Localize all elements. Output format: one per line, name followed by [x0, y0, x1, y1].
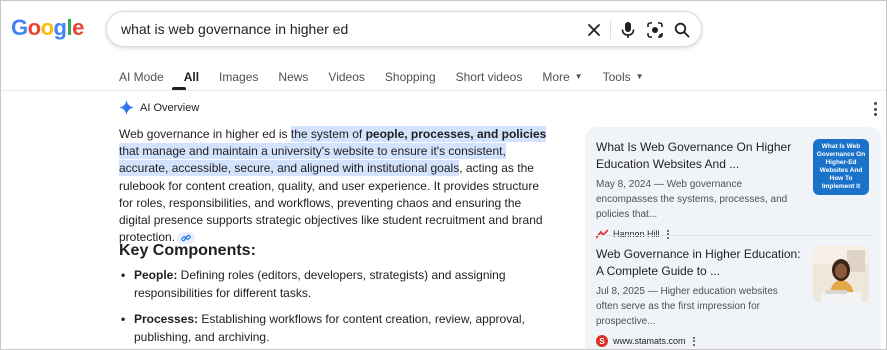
tab-more[interactable]: More ▼: [542, 67, 582, 87]
highlight-bold-text: people, processes, and policies: [365, 127, 547, 141]
source-thumbnail[interactable]: What Is Web Governance On Higher-Ed Webs…: [813, 139, 869, 195]
source-divider: [596, 235, 872, 236]
tab-label: Shopping: [384, 70, 436, 84]
lens-camera-icon[interactable]: [643, 18, 667, 42]
tab-videos[interactable]: Videos: [328, 67, 364, 87]
tab-tools[interactable]: Tools ▼: [603, 67, 644, 87]
item-label: Processes:: [134, 312, 199, 326]
ai-overview-header: AI Overview: [119, 100, 199, 115]
source-site: S www.stamats.com: [596, 335, 876, 347]
tab-all[interactable]: All: [184, 67, 199, 87]
search-input[interactable]: what is web governance in higher ed: [121, 21, 348, 37]
search-box[interactable]: what is web governance in higher ed: [106, 11, 702, 47]
list-item: Processes: Establishing workflows for co…: [119, 311, 539, 346]
tab-shopping[interactable]: Shopping: [385, 67, 436, 87]
tab-label: All: [183, 70, 200, 84]
svg-text:S: S: [599, 337, 605, 346]
source-site-name: Hannon Hill: [613, 229, 660, 239]
tab-images[interactable]: Images: [219, 67, 258, 87]
source-site-name: www.stamats.com: [613, 336, 686, 346]
search-divider: [610, 21, 611, 39]
thumbnail-text: What Is Web Governance On Higher-Ed Webs…: [816, 143, 866, 190]
source-snippet: Jul 8, 2025 — Higher education websites …: [596, 286, 778, 327]
tab-news[interactable]: News: [278, 67, 308, 87]
tab-ai-mode[interactable]: AI Mode: [119, 67, 164, 87]
tab-label: Videos: [328, 70, 365, 84]
tab-label: Images: [219, 70, 259, 84]
source-title[interactable]: Web Governance in Higher Education: A Co…: [596, 246, 801, 280]
sources-panel: What Is Web Governance On Higher Educati…: [585, 127, 881, 349]
clear-icon[interactable]: [582, 18, 606, 42]
chevron-down-icon: ▼: [635, 72, 644, 81]
highlight-text: the system of: [290, 127, 366, 141]
highlight-text: that manage and maintain a university's …: [119, 144, 506, 176]
list-item: People: Defining roles (editors, develop…: [119, 267, 539, 302]
more-options-icon[interactable]: [666, 229, 669, 239]
source-thumbnail-photo[interactable]: [813, 246, 869, 302]
source-snippet: May 8, 2024 — Web governance encompasses…: [596, 179, 788, 220]
gemini-sparkle-icon: [119, 100, 134, 115]
tab-label: AI Mode: [119, 70, 164, 84]
more-options-icon[interactable]: [692, 336, 695, 346]
chevron-down-icon: ▼: [574, 72, 583, 81]
ai-overview-title: AI Overview: [140, 101, 200, 114]
hannon-hill-favicon-icon: [596, 228, 608, 240]
source-site: Hannon Hill: [596, 228, 876, 240]
tab-label: Tools: [602, 70, 631, 84]
google-logo[interactable]: Google: [11, 15, 84, 41]
key-components-heading: Key Components:: [119, 242, 256, 259]
item-label: People:: [134, 268, 178, 282]
microphone-icon[interactable]: [616, 18, 640, 42]
tab-label: News: [278, 70, 309, 84]
source-title[interactable]: What Is Web Governance On Higher Educati…: [596, 139, 801, 173]
search-icon[interactable]: [670, 18, 694, 42]
answer-intro: Web governance in higher ed is: [119, 127, 291, 141]
tab-label: More: [542, 70, 570, 84]
header-divider: [1, 90, 886, 91]
search-tabs: AI Mode All Images News Videos Shopping …: [119, 67, 664, 87]
tab-short-videos[interactable]: Short videos: [456, 67, 523, 87]
stamats-favicon-icon: S: [596, 335, 608, 347]
key-components-list: People: Defining roles (editors, develop…: [119, 267, 539, 349]
more-options-icon[interactable]: [870, 102, 880, 116]
item-text: Defining roles (editors, developers, str…: [134, 268, 506, 300]
tab-label: Short videos: [455, 70, 523, 84]
ai-overview-answer: Web governance in higher ed is the syste…: [119, 126, 551, 246]
page: Google what is web governance in higher …: [0, 0, 887, 350]
